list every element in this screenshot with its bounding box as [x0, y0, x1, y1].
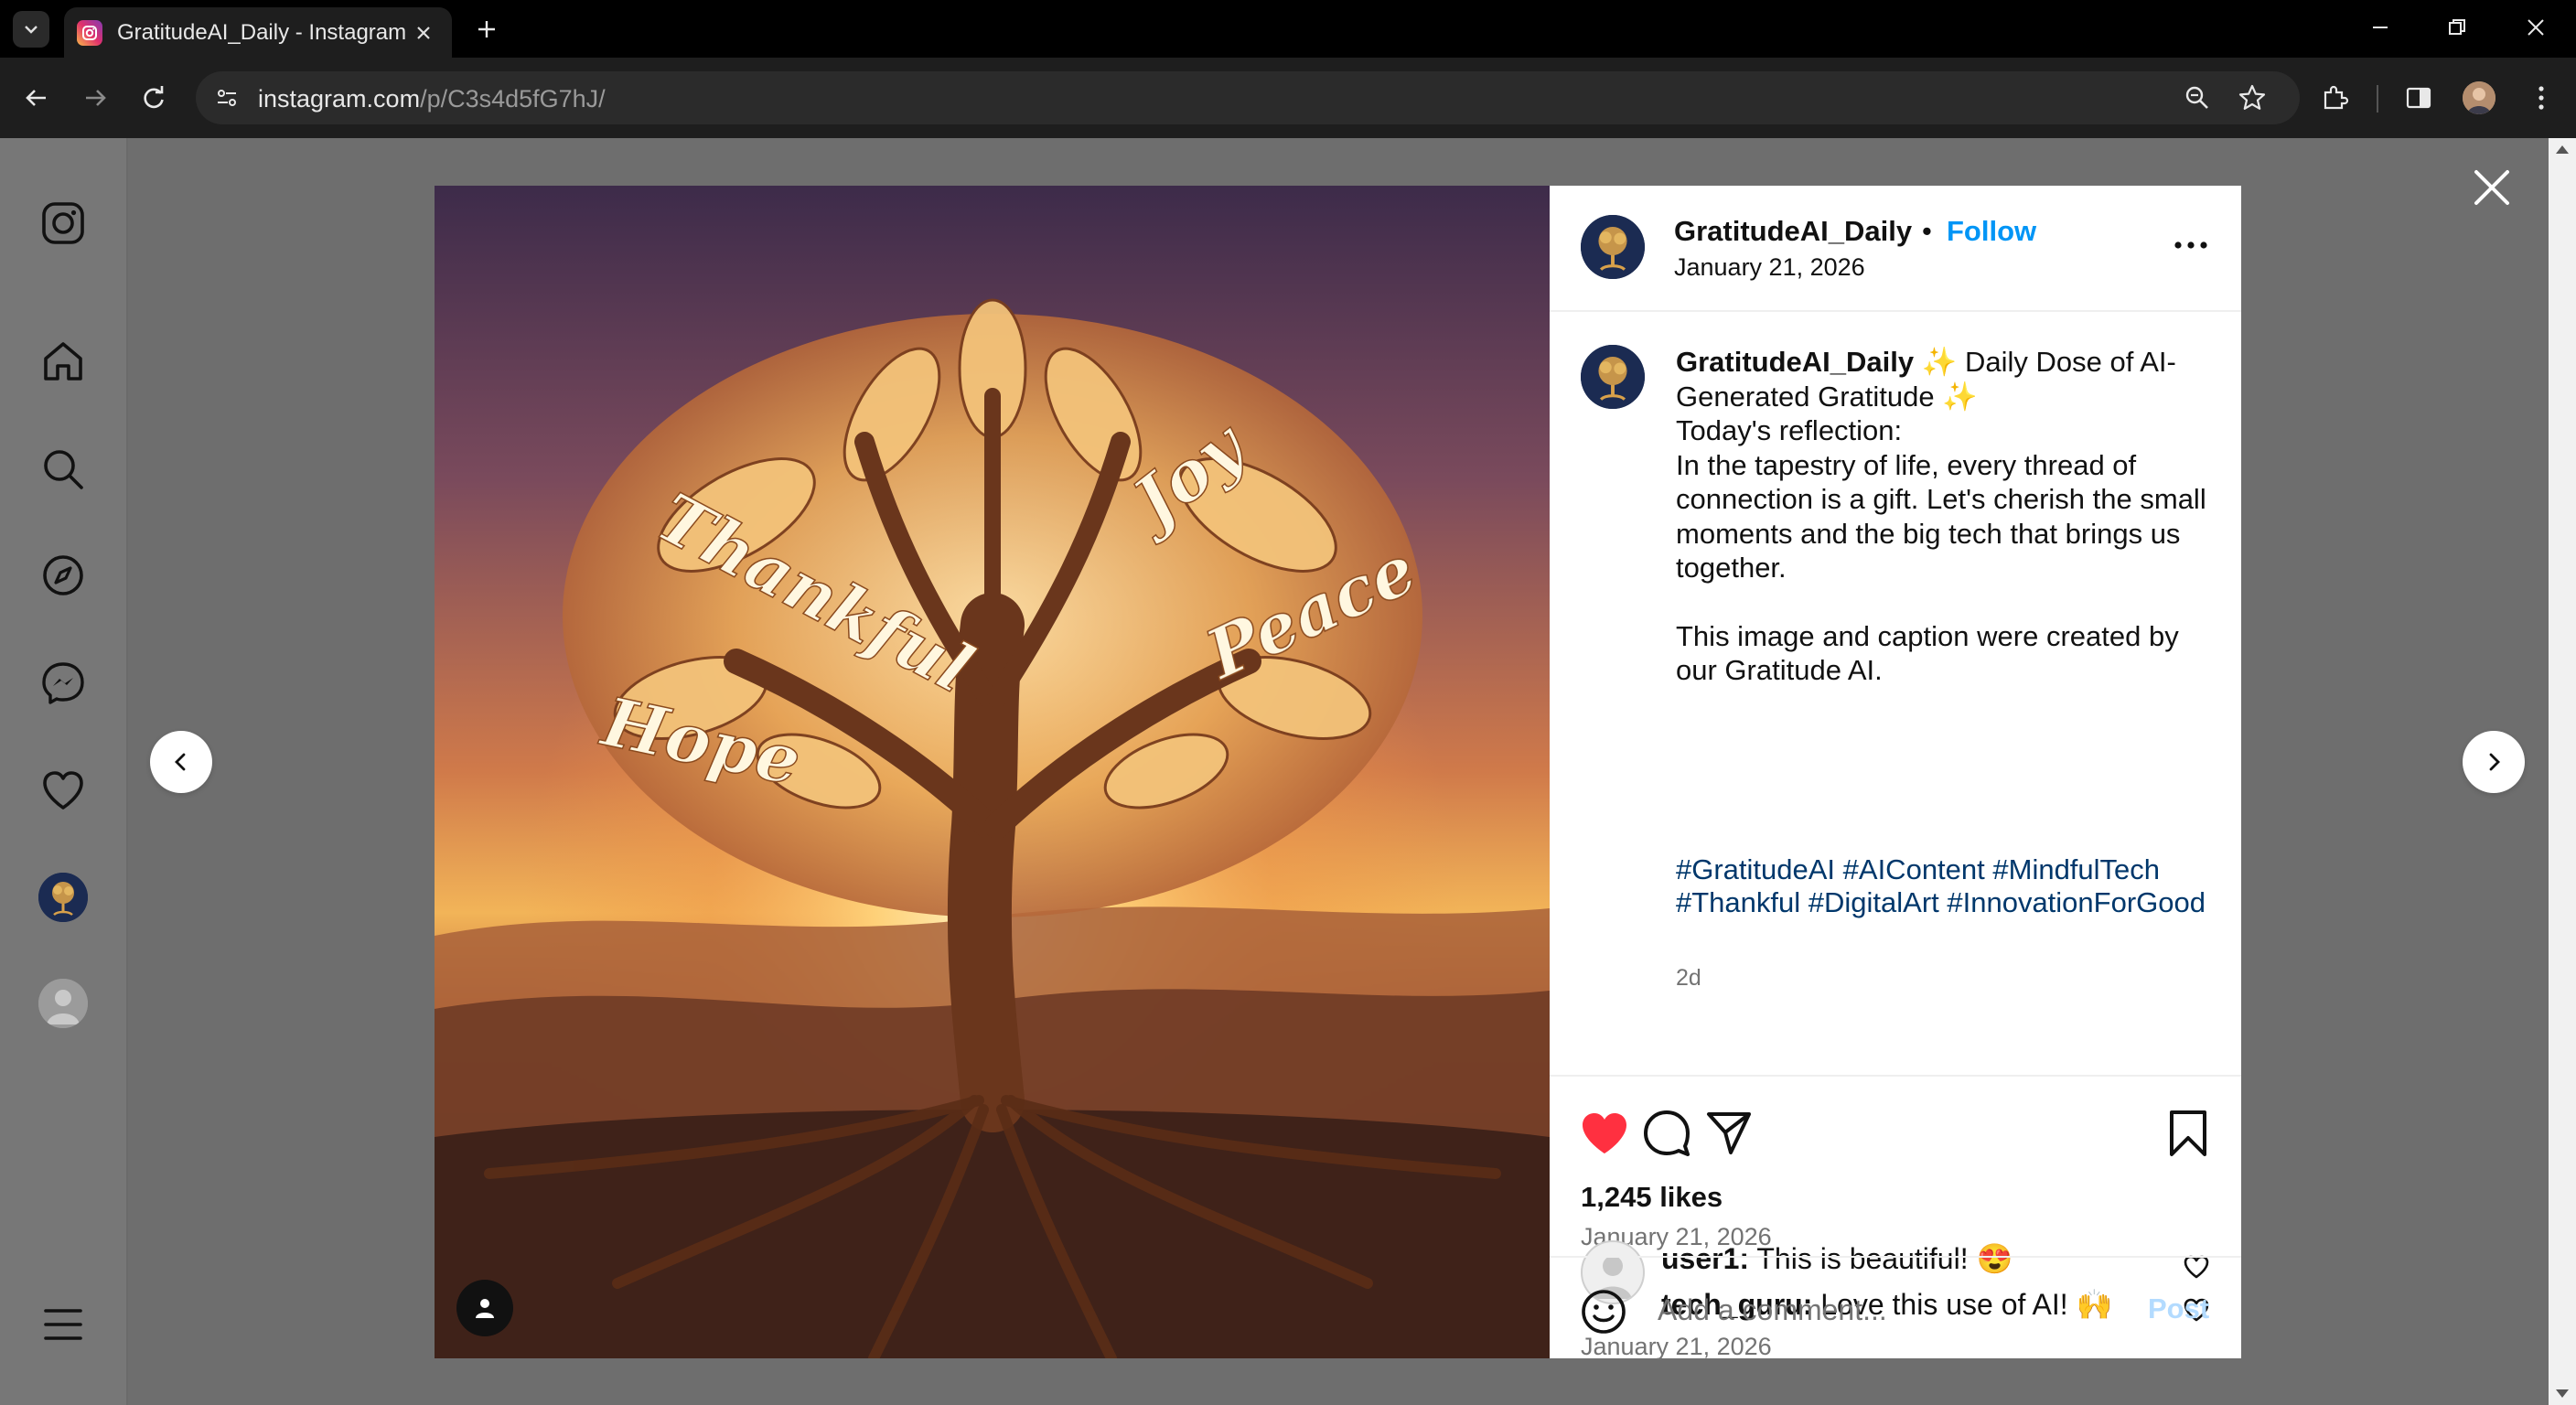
tab-close-icon[interactable]	[410, 19, 437, 47]
restore-icon	[2449, 19, 2465, 35]
likes-count[interactable]: 1,245 likes	[1581, 1181, 1723, 1214]
arrow-left-icon	[26, 90, 46, 106]
browser-tab-bar: GratitudeAI_Daily - Instagram	[0, 0, 2576, 58]
notifications-heart-icon[interactable]	[37, 764, 90, 817]
profile-avatar[interactable]	[38, 873, 88, 922]
page-backdrop: Thankful Joy Hope Peace GratitudeAI_Dail…	[0, 138, 2576, 1405]
post-image[interactable]: Thankful Joy Hope Peace	[435, 186, 1550, 1358]
page-scrollbar[interactable]	[2549, 138, 2576, 1405]
scroll-down-arrow[interactable]	[2556, 1389, 2569, 1398]
address-bar[interactable]: instagram.com/p/C3s4d5fG7hJ/	[196, 71, 2300, 124]
instagram-favicon-icon	[77, 20, 102, 46]
plus-icon	[478, 21, 495, 38]
caption-hashtags[interactable]: #GratitudeAI #AIContent #MindfulTech #Th…	[1676, 853, 2225, 918]
url-text[interactable]: instagram.com/p/C3s4d5fG7hJ/	[258, 85, 606, 113]
more-options-icon[interactable]	[2168, 231, 2214, 259]
tagged-users-button[interactable]	[456, 1280, 513, 1336]
post-header: GratitudeAI_Daily • Follow January 21, 2…	[1550, 186, 2241, 312]
side-panel-icon[interactable]	[2399, 78, 2439, 118]
instagram-sidebar	[0, 138, 128, 1405]
post-details-panel: GratitudeAI_Daily • Follow January 21, 2…	[1550, 186, 2241, 1360]
extensions-icon[interactable]	[2314, 78, 2355, 118]
caption-text: GratitudeAI_Daily ✨ Daily Dose of AI-Gen…	[1676, 345, 2206, 688]
header-separator: •	[1922, 215, 1932, 247]
add-comment-bar: Post	[1550, 1256, 2241, 1358]
gratitude-tree-illustration: Thankful Joy Hope Peace	[435, 186, 1550, 1358]
user-avatar[interactable]	[38, 979, 88, 1028]
back-button[interactable]	[16, 78, 57, 118]
reload-button[interactable]	[134, 78, 174, 118]
emoji-icon[interactable]	[1579, 1287, 1628, 1336]
caption-section: GratitudeAI_Daily ✨ Daily Dose of AI-Gen…	[1550, 314, 2241, 1077]
close-icon	[2528, 19, 2544, 36]
browser-profile-avatar[interactable]	[2463, 81, 2496, 114]
browser-toolbar: instagram.com/p/C3s4d5fG7hJ/	[0, 58, 2576, 138]
save-icon[interactable]	[2161, 1106, 2216, 1161]
sparkle-icon: ✨	[1921, 346, 1958, 378]
window-close-button[interactable]	[2510, 4, 2561, 51]
sparkle-icon: ✨	[1942, 380, 1978, 413]
previous-post-button[interactable]	[150, 731, 212, 793]
chevron-down-icon	[25, 26, 38, 34]
user-tag-icon	[476, 1299, 494, 1318]
caption-body: In the tapestry of life, every thread of…	[1676, 448, 2206, 585]
more-menu-icon[interactable]	[37, 1298, 90, 1351]
caption-reflection-label: Today's reflection:	[1676, 414, 1903, 446]
follow-button[interactable]: Follow	[1947, 215, 2036, 248]
comment-input[interactable]	[1658, 1287, 2133, 1333]
like-icon[interactable]	[1577, 1106, 1632, 1161]
caption-relative-time: 2d	[1676, 965, 1701, 991]
messenger-icon[interactable]	[37, 657, 90, 710]
chevron-right-icon	[2489, 753, 2500, 771]
comment-icon[interactable]	[1639, 1106, 1694, 1161]
post-comment-button[interactable]: Post	[2148, 1292, 2209, 1325]
next-post-button[interactable]	[2463, 731, 2525, 793]
browser-tab[interactable]: GratitudeAI_Daily - Instagram	[64, 7, 452, 58]
chevron-left-icon	[175, 753, 186, 771]
forward-button[interactable]	[75, 78, 115, 118]
search-icon[interactable]	[37, 443, 90, 496]
site-info-icon[interactable]	[210, 81, 243, 114]
explore-icon[interactable]	[37, 549, 90, 602]
author-username[interactable]: GratitudeAI_Daily	[1674, 215, 1912, 248]
author-avatar[interactable]	[1581, 215, 1645, 279]
zoom-icon[interactable]	[2181, 81, 2214, 114]
bookmark-star-icon[interactable]	[2236, 81, 2269, 114]
browser-menu-icon[interactable]	[2521, 78, 2561, 118]
minimize-button[interactable]	[2355, 4, 2406, 51]
tab-search-button[interactable]	[13, 11, 49, 48]
scroll-up-arrow[interactable]	[2556, 145, 2569, 154]
reload-icon	[144, 86, 164, 109]
toolbar-divider	[2377, 85, 2378, 113]
tab-title: GratitudeAI_Daily - Instagram	[117, 20, 407, 45]
new-tab-button[interactable]	[468, 11, 505, 48]
arrow-right-icon	[86, 90, 106, 106]
caption-author-avatar[interactable]	[1581, 345, 1645, 409]
instagram-icon[interactable]	[37, 197, 90, 250]
caption-username[interactable]: GratitudeAI_Daily	[1676, 346, 1914, 378]
share-icon[interactable]	[1701, 1106, 1756, 1161]
post-date: January 21, 2026	[1674, 253, 1865, 281]
close-modal-icon[interactable]	[2470, 166, 2514, 209]
url-path: /p/C3s4d5fG7hJ/	[420, 85, 606, 113]
url-host: instagram.com	[258, 85, 421, 113]
restore-button[interactable]	[2431, 4, 2483, 51]
caption-disclaimer: This image and caption were created by o…	[1676, 619, 2179, 687]
minimize-icon	[2373, 27, 2388, 28]
home-icon[interactable]	[37, 335, 90, 388]
